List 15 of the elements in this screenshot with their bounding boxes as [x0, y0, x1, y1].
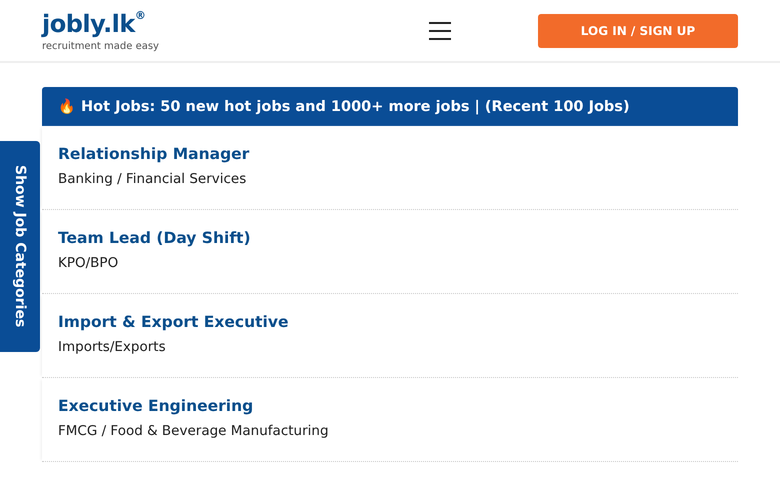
show-job-categories-tab[interactable]: Show Job Categories — [0, 141, 40, 352]
logo-text[interactable]: jobly.lk — [42, 10, 135, 38]
job-category: Banking / Financial Services — [58, 171, 246, 187]
tagline: recruitment made easy — [42, 40, 160, 52]
job-title-link[interactable]: Import & Export Executive — [58, 313, 288, 331]
job-title-link[interactable]: Team Lead (Day Shift) — [58, 229, 251, 247]
fire-icon: 🔥 — [58, 98, 75, 115]
menu-icon[interactable] — [428, 20, 452, 40]
registered-mark: ® — [134, 10, 146, 22]
job-title-link[interactable]: Relationship Manager — [58, 145, 250, 163]
job-category: KPO/BPO — [58, 255, 118, 271]
job-title-link[interactable]: Executive Engineering — [58, 397, 254, 415]
job-category: FMCG / Food & Beverage Manufacturing — [58, 423, 329, 439]
job-category: Imports/Exports — [58, 339, 166, 355]
hot-jobs-title: Hot Jobs: 50 new hot jobs and 1000+ more jobs | (Recent 100 Jobs) — [81, 98, 630, 114]
